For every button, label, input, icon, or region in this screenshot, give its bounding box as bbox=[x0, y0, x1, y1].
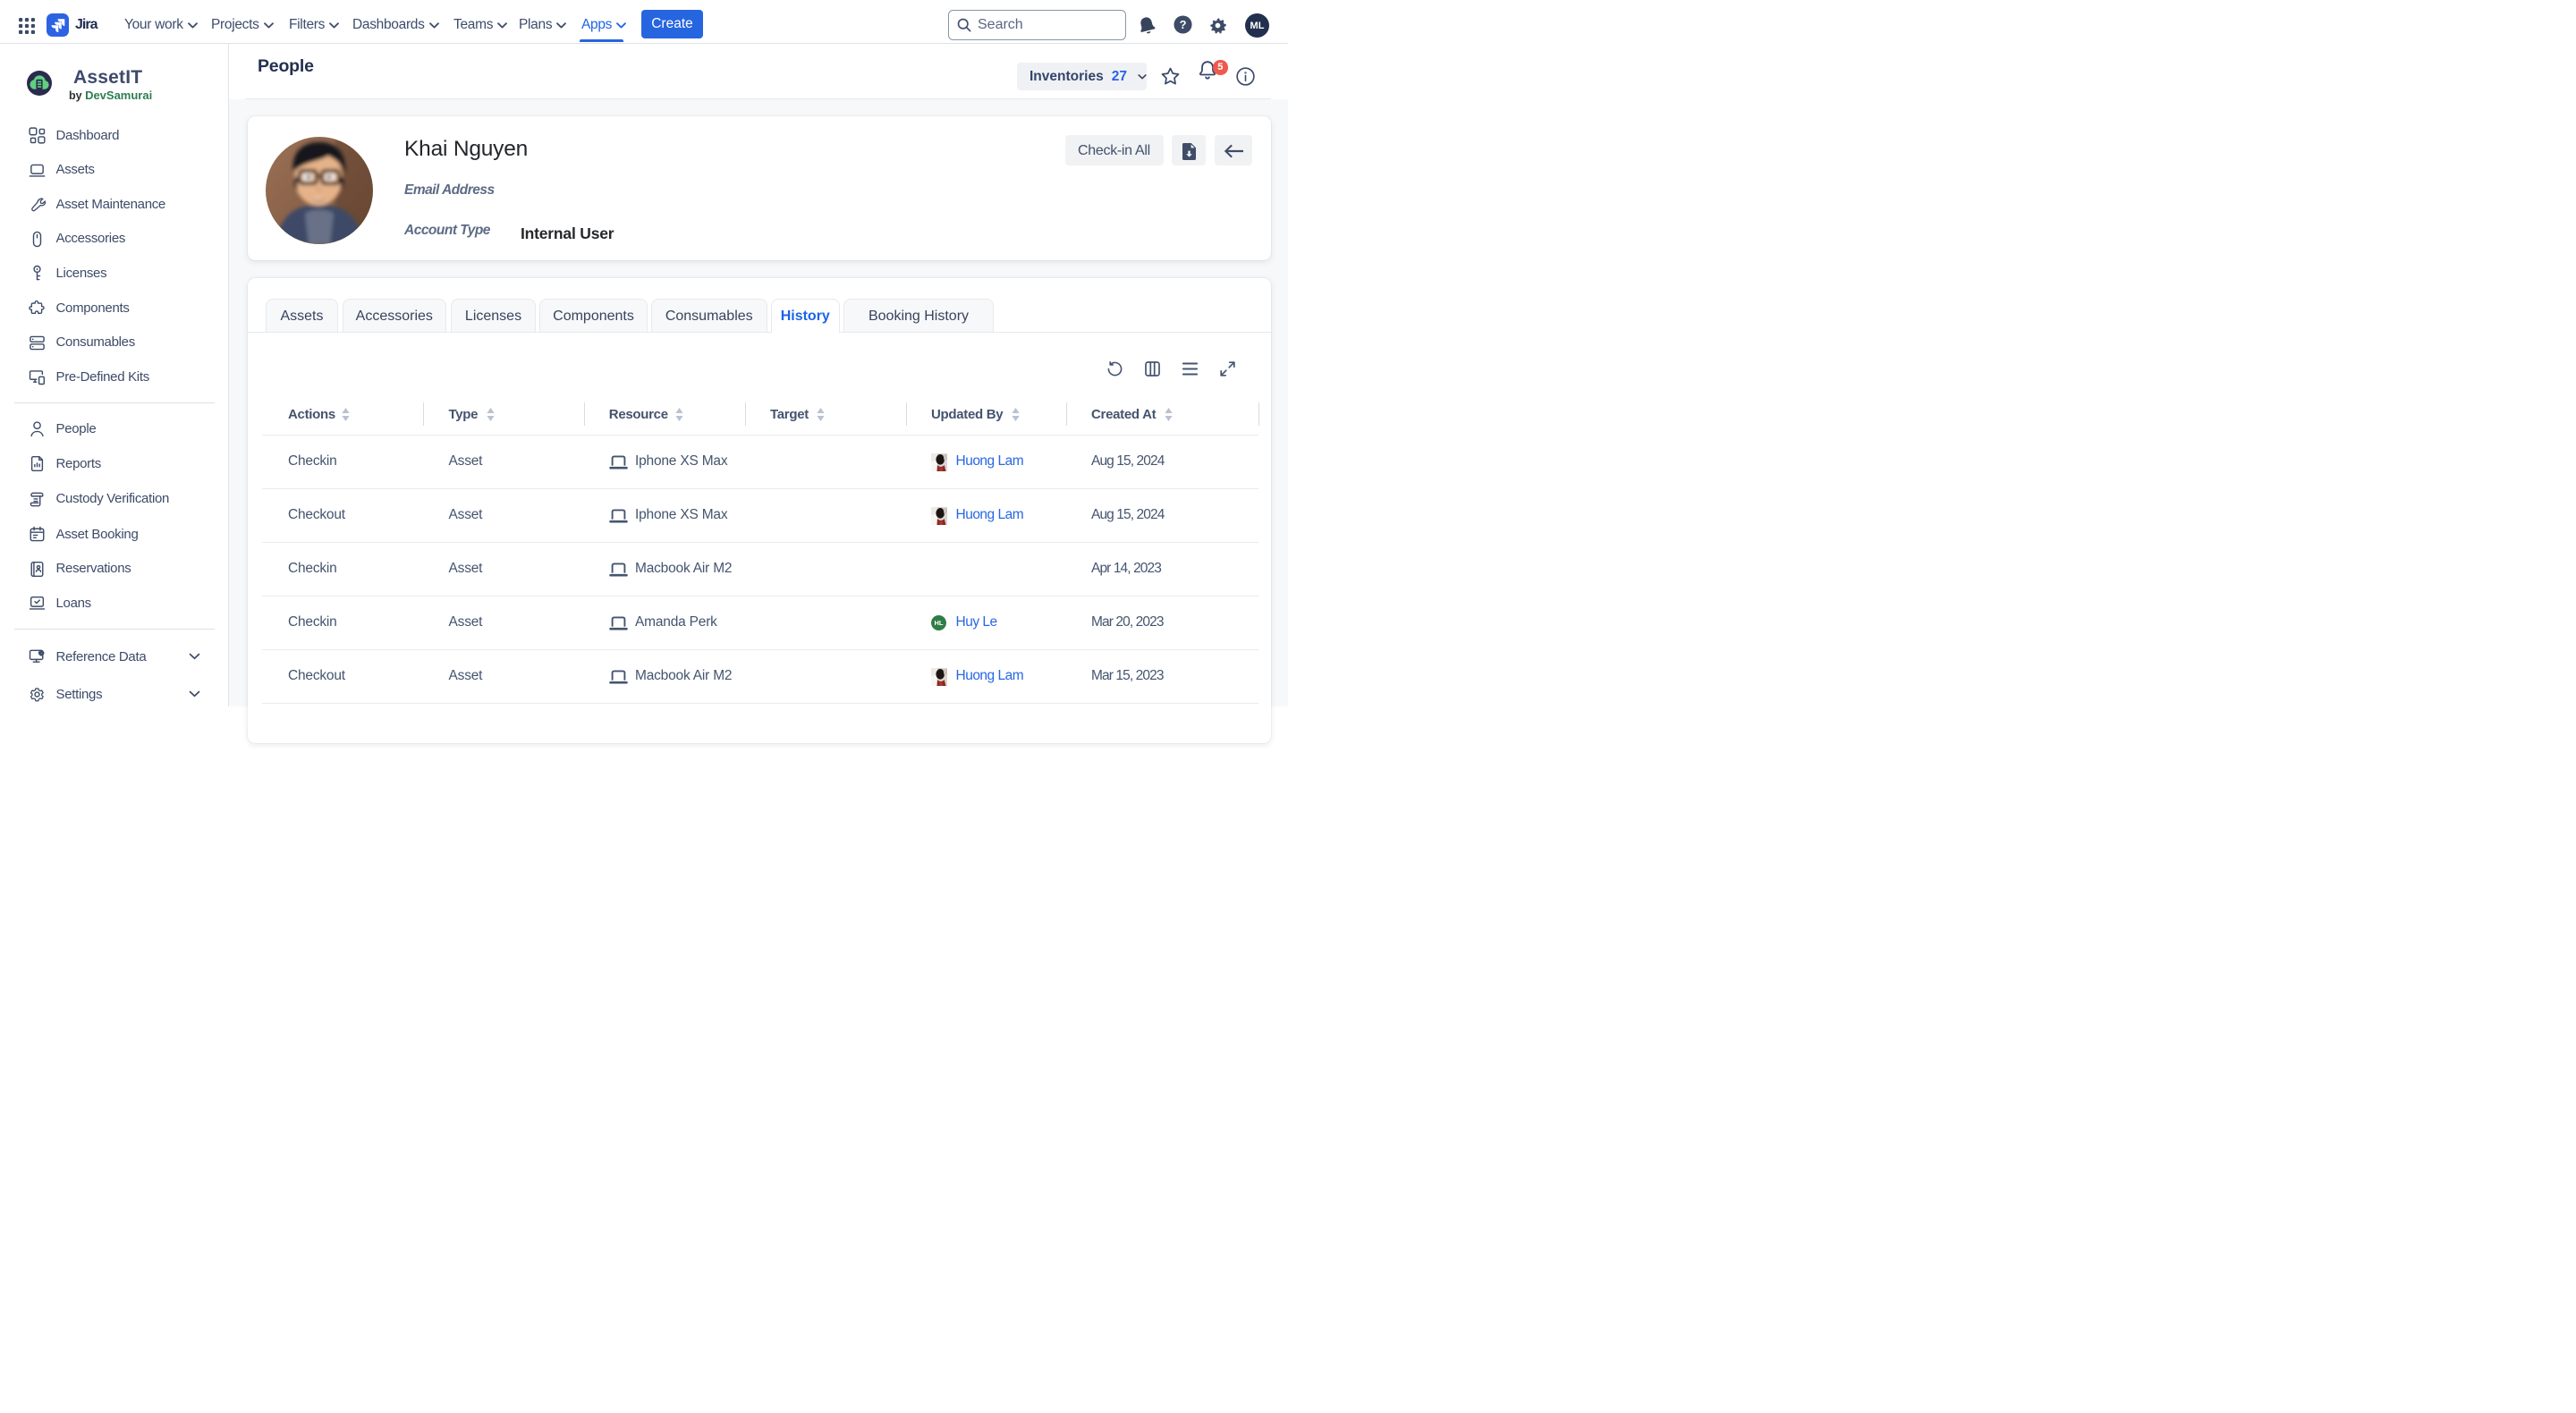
svg-text:?: ? bbox=[1179, 18, 1186, 31]
